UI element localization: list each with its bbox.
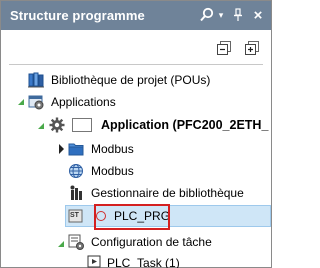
tree-item-label: Modbus — [91, 142, 134, 156]
tree-item-label: Gestionnaire de bibliothèque — [91, 186, 244, 200]
collapse-all-icon[interactable] — [217, 41, 231, 55]
expand-toggle-icon[interactable] — [58, 241, 64, 247]
panel-title: Structure programme — [10, 8, 145, 23]
chevron-down-icon[interactable]: ▾ — [215, 5, 227, 25]
gear-icon — [49, 117, 66, 133]
annotation-highlight-box — [94, 204, 170, 230]
task-icon — [87, 255, 101, 268]
program-structure-panel: Structure programme ▾ × Bibliothèque de … — [0, 0, 272, 268]
applications-icon — [28, 94, 45, 110]
tree-item-pou-library[interactable]: Bibliothèque de projet (POUs) — [28, 69, 210, 91]
library-icon — [28, 72, 45, 88]
tree-item-plc-task[interactable]: PLC_Task (1) — [87, 252, 180, 268]
svg-text:ST: ST — [70, 212, 80, 219]
tree-item-application[interactable]: Application (PFC200_2ETH_ — [49, 114, 268, 136]
folder-icon — [68, 141, 85, 157]
search-icon[interactable] — [197, 5, 217, 25]
globe-icon — [68, 163, 85, 179]
close-icon[interactable]: × — [251, 5, 265, 25]
expand-toggle-icon[interactable] — [18, 99, 24, 105]
pin-icon[interactable] — [231, 5, 245, 25]
tree-item-label: Applications — [51, 95, 116, 109]
tree-item-label: Modbus — [91, 164, 134, 178]
library-manager-icon — [68, 185, 85, 201]
task-config-icon — [68, 234, 85, 250]
panel-title-bar: Structure programme ▾ × — [1, 1, 271, 30]
expand-toggle-icon[interactable] — [38, 123, 44, 129]
tree-item-applications[interactable]: Applications — [28, 91, 116, 113]
expand-all-icon[interactable] — [245, 41, 259, 55]
tree-item-modbus-folder[interactable]: Modbus — [68, 138, 134, 160]
tree-item-task-config[interactable]: Configuration de tâche — [68, 231, 212, 253]
tree-item-modbus[interactable]: Modbus — [68, 160, 134, 182]
tree-item-label: Application (PFC200_2ETH_ — [101, 118, 269, 132]
tree-item-label: Bibliothèque de projet (POUs) — [51, 73, 211, 87]
tree-item-library-manager[interactable]: Gestionnaire de bibliothèque — [68, 182, 244, 204]
collapsed-toggle-icon[interactable] — [59, 144, 64, 154]
tree-item-label: Configuration de tâche — [91, 235, 212, 249]
st-program-icon: ST — [68, 208, 84, 224]
tree-item-label: PLC_Task (1) — [107, 256, 180, 268]
application-status-box — [72, 118, 92, 132]
toolbar-divider — [9, 64, 263, 65]
